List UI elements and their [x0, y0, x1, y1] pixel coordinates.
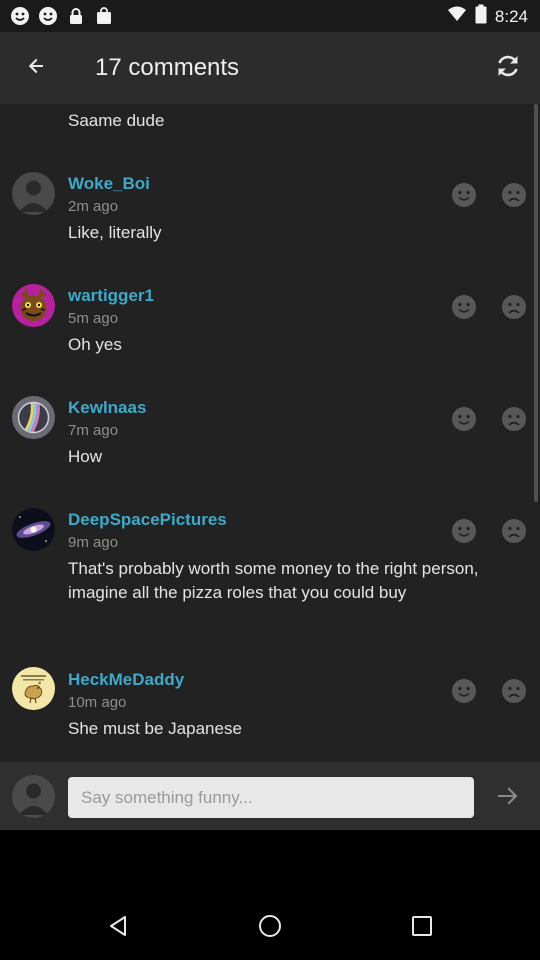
- nav-recents-button[interactable]: [402, 908, 442, 948]
- comment-input-bar: [0, 762, 540, 830]
- refresh-button[interactable]: [490, 50, 526, 86]
- arrow-left-icon: [26, 56, 46, 81]
- like-button[interactable]: [451, 294, 477, 320]
- cartoon-tiger-avatar-icon: [12, 284, 55, 327]
- sad-face-icon: [501, 183, 527, 212]
- lock-icon: [66, 6, 86, 26]
- like-button[interactable]: [451, 518, 477, 544]
- dislike-button[interactable]: [501, 182, 527, 208]
- avatar[interactable]: [12, 667, 55, 710]
- avatar[interactable]: [12, 172, 55, 215]
- comment-username[interactable]: Woke_Boi: [68, 174, 150, 194]
- smile-face-icon: [451, 679, 477, 708]
- sad-face-icon: [501, 679, 527, 708]
- default-user-avatar-icon: [12, 172, 55, 215]
- status-notification-icons: [10, 6, 114, 26]
- comment-text: Oh yes: [68, 335, 122, 354]
- like-button[interactable]: [451, 406, 477, 432]
- smile-face-icon: [451, 295, 477, 324]
- comment-text-partial: Saame dude: [68, 111, 165, 130]
- smile-face-icon: [451, 183, 477, 212]
- comment-username[interactable]: wartigger1: [68, 286, 154, 306]
- comment-text: Like, literally: [68, 223, 162, 242]
- back-triangle-icon: [106, 914, 130, 943]
- nav-back-button[interactable]: [98, 908, 138, 948]
- rainbow-sphere-avatar-icon: [12, 396, 55, 439]
- navigation-bar: [0, 896, 540, 960]
- nav-home-button[interactable]: [250, 908, 290, 948]
- comment-input[interactable]: [68, 777, 474, 818]
- home-circle-icon: [258, 914, 282, 943]
- refresh-icon: [494, 52, 522, 85]
- comment-text: That's probably worth some money to the …: [68, 559, 479, 602]
- current-user-avatar: [12, 775, 55, 818]
- battery-icon: [475, 4, 487, 29]
- smiley-icon: [38, 6, 58, 26]
- galaxy-avatar-icon: [12, 508, 55, 551]
- comment-username[interactable]: HeckMeDaddy: [68, 670, 184, 690]
- avatar[interactable]: [12, 284, 55, 327]
- scrollbar[interactable]: [534, 104, 538, 502]
- sad-face-icon: [501, 295, 527, 324]
- comment-time: 9m ago: [68, 534, 119, 551]
- status-time: 8:24: [494, 6, 528, 26]
- comment-time: 7m ago: [68, 422, 119, 439]
- send-button[interactable]: [494, 784, 522, 812]
- like-button[interactable]: [451, 182, 477, 208]
- page-title: 17 comments: [95, 54, 240, 81]
- dislike-button[interactable]: [501, 518, 527, 544]
- smile-face-icon: [451, 519, 477, 548]
- comment-username[interactable]: DeepSpacePictures: [68, 510, 227, 530]
- comment-text: She must be Japanese: [68, 719, 242, 738]
- like-button[interactable]: [451, 678, 477, 704]
- sad-face-icon: [501, 519, 527, 548]
- status-bar: 8:24: [0, 0, 540, 32]
- default-user-avatar-icon: [12, 775, 55, 818]
- comment-time: 5m ago: [68, 310, 119, 327]
- dislike-button[interactable]: [501, 678, 527, 704]
- toolbar: 17 comments: [0, 32, 540, 104]
- empty-area: [0, 830, 540, 896]
- comment-username[interactable]: Kewlnaas: [68, 398, 146, 418]
- arrow-right-icon: [495, 783, 521, 814]
- wifi-icon: [447, 4, 467, 29]
- sad-face-icon: [501, 407, 527, 436]
- comment-text: How: [68, 447, 103, 466]
- shopping-bag-icon: [94, 6, 114, 26]
- back-button[interactable]: [16, 48, 56, 88]
- recents-square-icon: [410, 914, 434, 943]
- smiley-icon: [10, 6, 30, 26]
- comment-time: 2m ago: [68, 198, 119, 215]
- avatar[interactable]: [12, 396, 55, 439]
- avatar[interactable]: [12, 508, 55, 551]
- dislike-button[interactable]: [501, 406, 527, 432]
- dislike-button[interactable]: [501, 294, 527, 320]
- comment-time: 10m ago: [68, 694, 127, 711]
- smile-face-icon: [451, 407, 477, 436]
- comment-list[interactable]: Saame dude Woke_Boi 2m ago Like, literal…: [0, 104, 540, 762]
- chicken-sign-avatar-icon: [12, 667, 55, 710]
